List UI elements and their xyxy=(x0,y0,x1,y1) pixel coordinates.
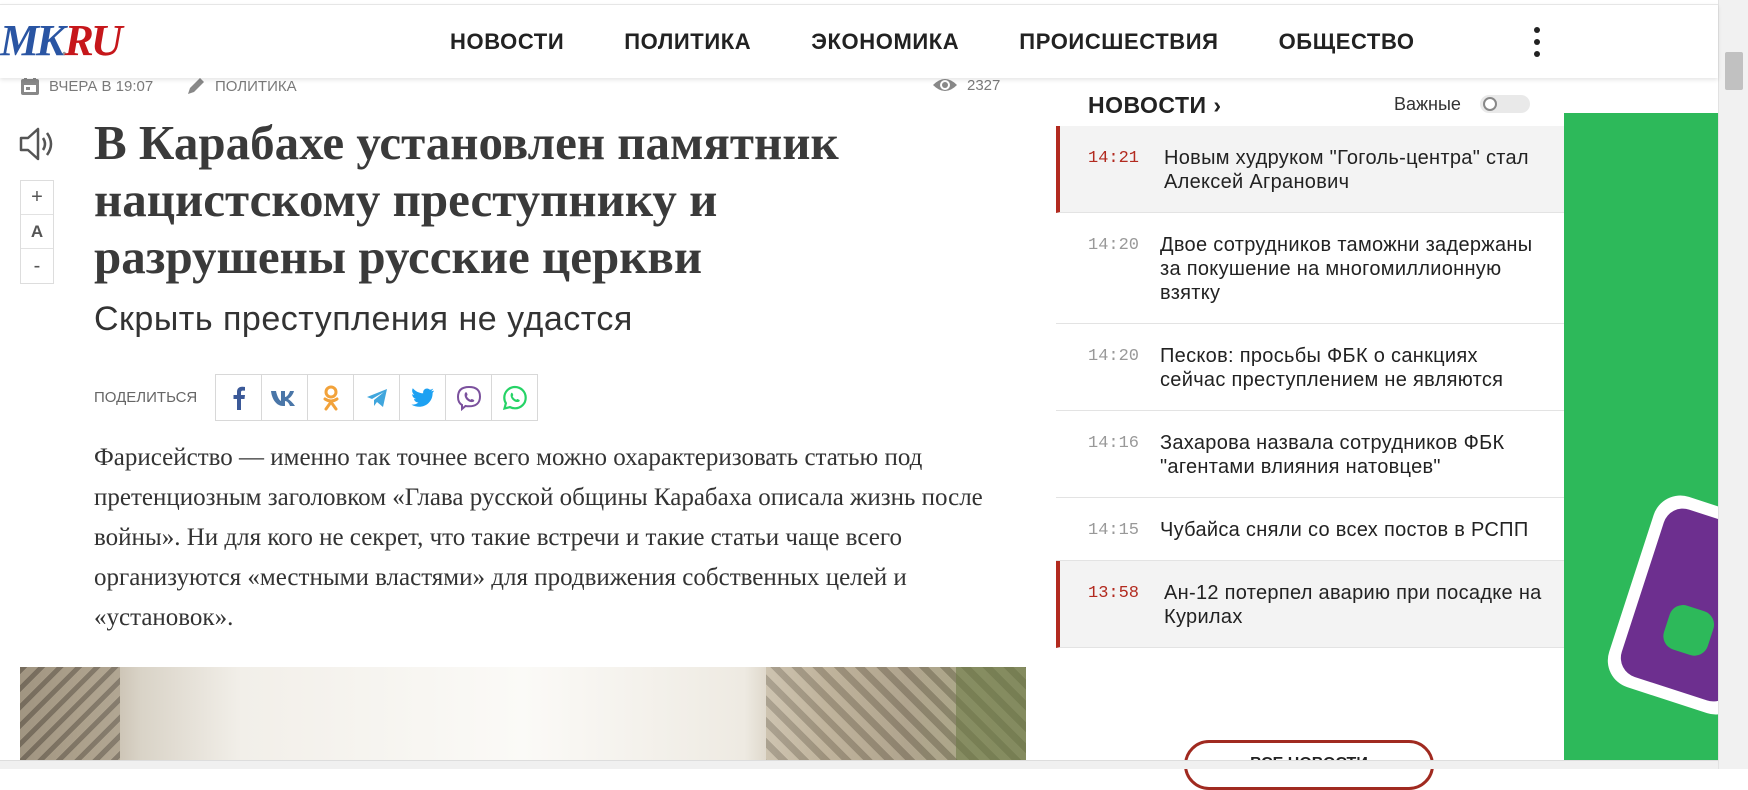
news-item[interactable]: 14:20 Песков: просьбы ФБК о санкциях сей… xyxy=(1056,324,1564,411)
nav-item-politics[interactable]: ПОЛИТИКА xyxy=(624,29,751,55)
important-toggle[interactable] xyxy=(1480,95,1530,113)
news-item[interactable]: 14:15 Чубайса сняли со всех постов в РСП… xyxy=(1056,498,1564,561)
photo-foliage xyxy=(956,667,1026,769)
nav-item-news[interactable]: НОВОСТИ xyxy=(450,29,564,55)
font-size-controls: + A - xyxy=(20,180,54,284)
twitter-share-button[interactable] xyxy=(399,374,446,421)
news-time: 14:15 xyxy=(1088,521,1140,540)
article-date: ВЧЕРА В 19:07 xyxy=(20,76,153,96)
font-reset-button[interactable]: A xyxy=(21,215,53,249)
news-item[interactable]: 14:21 Новым худруком "Гоголь-центра" ста… xyxy=(1056,126,1564,213)
nav-item-economy[interactable]: ЭКОНОМИКА xyxy=(811,29,959,55)
bottom-strip xyxy=(0,760,1718,769)
article-meta: ВЧЕРА В 19:07 ПОЛИТИКА 2327 xyxy=(20,76,1026,98)
whatsapp-share-button[interactable] xyxy=(491,374,538,421)
top-navigation-bar: MK.RU НОВОСТИ ПОЛИТИКА ЭКОНОМИКА ПРОИСШЕ… xyxy=(0,4,1718,78)
font-decrease-button[interactable]: - xyxy=(21,249,53,283)
article-rubric-text: ПОЛИТИКА xyxy=(215,77,297,95)
page-scrollbar[interactable] xyxy=(1718,0,1748,769)
article-photo[interactable] xyxy=(20,667,1026,769)
sidebar-news-title[interactable]: НОВОСТИ › xyxy=(1088,92,1222,119)
news-title: Ан-12 потерпел аварию при посадке на Кур… xyxy=(1164,582,1542,628)
nav-item-incidents[interactable]: ПРОИСШЕСТВИЯ xyxy=(1019,29,1218,55)
odnoklassniki-share-button[interactable] xyxy=(307,374,354,421)
news-title: Новым худруком "Гоголь-центра" стал Алек… xyxy=(1164,147,1529,193)
news-time: 14:16 xyxy=(1088,434,1140,453)
article-views-count: 2327 xyxy=(967,76,1001,94)
facebook-share-button[interactable] xyxy=(215,374,262,421)
viber-share-button[interactable] xyxy=(445,374,492,421)
vk-share-button[interactable] xyxy=(261,374,308,421)
viber-icon xyxy=(456,385,481,411)
share-label: ПОДЕЛИТЬСЯ xyxy=(94,389,198,406)
phone-icon xyxy=(1659,601,1718,660)
odnoklassniki-icon xyxy=(323,385,338,410)
kebab-dot xyxy=(1534,51,1540,57)
font-increase-button[interactable]: + xyxy=(21,181,53,215)
speaker-icon[interactable] xyxy=(18,126,58,167)
logo-mk: MK xyxy=(0,16,66,65)
article-date-text: ВЧЕРА В 19:07 xyxy=(49,77,154,95)
news-sidebar: НОВОСТИ › Важные 14:21 Новым худруком "Г… xyxy=(1056,78,1564,790)
news-title: Песков: просьбы ФБК о санкциях сейчас пр… xyxy=(1160,345,1504,391)
share-buttons xyxy=(215,374,538,421)
site-logo[interactable]: MK.RU xyxy=(0,15,123,66)
news-item[interactable]: 14:20 Двое сотрудников таможни задержаны… xyxy=(1056,213,1564,324)
news-list: 14:21 Новым худруком "Гоголь-центра" ста… xyxy=(1056,126,1564,648)
news-time: 14:20 xyxy=(1088,236,1140,255)
scrollbar-thumb[interactable] xyxy=(1725,52,1743,90)
news-title: Чубайса сняли со всех постов в РСПП xyxy=(1160,519,1529,541)
news-item[interactable]: 14:16 Захарова назвала сотрудников ФБК "… xyxy=(1056,411,1564,498)
telegram-icon xyxy=(366,388,387,407)
kebab-dot xyxy=(1534,39,1540,45)
pencil-icon xyxy=(188,78,204,94)
news-title: Двое сотрудников таможни задержаны за по… xyxy=(1160,234,1533,304)
kebab-menu-icon[interactable] xyxy=(1530,27,1544,57)
news-time: 14:21 xyxy=(1088,149,1140,168)
article-subheadline: Скрыть преступления не удастся xyxy=(94,300,633,338)
news-title: Захарова назвала сотрудников ФБК "агента… xyxy=(1160,432,1505,478)
photo-stone-left xyxy=(20,667,120,769)
ad-banner[interactable] xyxy=(1564,113,1718,769)
main-nav: НОВОСТИ ПОЛИТИКА ЭКОНОМИКА ПРОИСШЕСТВИЯ … xyxy=(450,5,1475,79)
vk-icon xyxy=(270,390,295,406)
news-time: 13:58 xyxy=(1088,584,1140,603)
article-headline: В Карабахе установлен памятник нацистско… xyxy=(94,115,839,284)
telegram-share-button[interactable] xyxy=(353,374,400,421)
important-toggle-label: Важные xyxy=(1394,94,1461,114)
ad-phone-screen xyxy=(1615,503,1718,707)
calendar-icon xyxy=(21,76,39,95)
nav-item-society[interactable]: ОБЩЕСТВО xyxy=(1279,29,1415,55)
article-lead: Фарисейство — именно так точнее всего мо… xyxy=(94,444,983,631)
ad-phone-graphic xyxy=(1600,488,1718,722)
twitter-icon xyxy=(410,387,434,407)
kebab-dot xyxy=(1534,27,1540,33)
news-time: 14:20 xyxy=(1088,347,1140,366)
news-item[interactable]: 13:58 Ан-12 потерпел аварию при посадке … xyxy=(1056,561,1564,648)
facebook-icon xyxy=(233,386,245,410)
article-rubric[interactable]: ПОЛИТИКА xyxy=(186,76,297,96)
logo-ru: RU xyxy=(64,16,122,65)
whatsapp-icon xyxy=(502,385,527,410)
